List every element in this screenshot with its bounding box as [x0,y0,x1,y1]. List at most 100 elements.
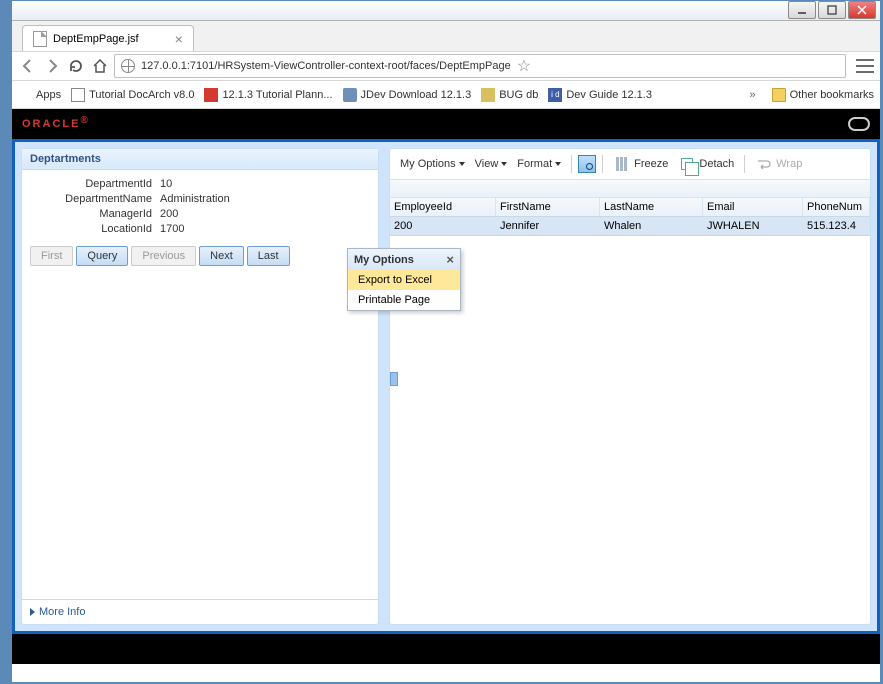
qbe-icon [578,155,596,173]
bookmarks-bar: Apps Tutorial DocArch v8.0 12.1.3 Tutori… [12,81,880,109]
popup-close-icon[interactable]: × [446,252,454,267]
button-label: Detach [699,158,734,170]
table-toolbar: My Options View Format Freeze Detach Wra… [390,149,870,180]
nav-button-row: First Query Previous Next Last [22,242,378,274]
popup-title-bar: My Options × [348,249,460,270]
export-to-excel-item[interactable]: Export to Excel [348,270,460,290]
wrap-button[interactable]: Wrap [751,153,806,175]
detach-icon [681,158,693,170]
globe-icon [121,59,135,73]
field-value: Administration [160,193,230,205]
bookmark-label: JDev Download 12.1.3 [361,89,472,101]
last-button[interactable]: Last [247,246,290,266]
query-button[interactable]: Query [76,246,128,266]
os-close-button[interactable] [848,1,876,19]
freeze-button[interactable]: Freeze [609,153,672,175]
dropdown-icon [501,162,507,166]
home-button[interactable] [90,56,110,76]
disclosure-triangle-icon [30,608,35,616]
brand-logo: ORACLE [22,118,80,130]
bookmark-label: Dev Guide 12.1.3 [566,89,652,101]
apps-shortcut[interactable]: Apps [18,88,61,102]
column-header[interactable]: LastName [600,198,703,216]
column-header[interactable]: PhoneNum [803,198,870,216]
next-button[interactable]: Next [199,246,244,266]
my-options-menu[interactable]: My Options [396,156,469,172]
field-value: 1700 [160,223,184,235]
format-menu[interactable]: Format [513,156,565,172]
bookmark-label: BUG db [499,89,538,101]
chrome-menu-button[interactable] [856,59,874,73]
maximize-button[interactable] [818,1,846,19]
cell: Whalen [600,217,703,235]
column-header[interactable]: EmployeeId [390,198,496,216]
page-footer [12,634,880,664]
dropdown-icon [459,162,465,166]
more-info-label: More Info [39,606,85,618]
column-header[interactable]: FirstName [496,198,600,216]
oracle-brand-bar: ORACLE® [12,109,880,139]
reload-button[interactable] [66,56,86,76]
menu-label: My Options [400,158,456,170]
first-button[interactable]: First [30,246,73,266]
employees-table-panel: My Options View Format Freeze Detach Wra… [389,148,871,625]
table-header-row: EmployeeId FirstName LastName Email Phon… [390,198,870,217]
splitter-handle[interactable] [390,372,398,386]
column-header[interactable]: Email [703,198,803,216]
nav-toolbar: 127.0.0.1:7101/HRSystem-ViewController-c… [12,51,880,81]
cell: 200 [390,217,496,235]
bookmark-item[interactable]: Tutorial DocArch v8.0 [71,88,194,102]
more-info-disclosure[interactable]: More Info [22,599,378,624]
menu-label: View [475,158,499,170]
view-menu[interactable]: View [471,156,512,172]
status-indicator-icon [848,117,870,131]
back-button[interactable] [18,56,38,76]
bookmark-star-icon[interactable]: ☆ [517,56,531,76]
minimize-button[interactable] [788,1,816,19]
field-value: 10 [160,178,172,190]
query-by-example-button[interactable] [578,155,596,173]
field-value: 200 [160,208,178,220]
popup-title: My Options [354,254,414,266]
tab-close-icon[interactable]: × [175,31,183,47]
file-icon [33,31,47,47]
button-label: Wrap [776,158,802,170]
employees-table: EmployeeId FirstName LastName Email Phon… [390,180,870,624]
url-text: 127.0.0.1:7101/HRSystem-ViewController-c… [141,60,511,72]
forward-button[interactable] [42,56,62,76]
address-bar[interactable]: 127.0.0.1:7101/HRSystem-ViewController-c… [114,54,846,78]
freeze-icon [616,157,628,171]
bookmark-label: Other bookmarks [790,89,874,101]
cell: Jennifer [496,217,600,235]
field-label: LocationId [34,223,152,235]
previous-button[interactable]: Previous [131,246,196,266]
bookmark-label: Tutorial DocArch v8.0 [89,89,194,101]
table-row[interactable]: 200 Jennifer Whalen JWHALEN 515.123.4 [390,217,870,236]
panel-header: Deptartments [22,149,378,170]
bookmark-label: 12.1.3 Tutorial Plann... [222,89,332,101]
browser-window: DeptEmpPage.jsf × 127.0.0.1:7101/HRSyste… [11,0,881,683]
bookmark-item[interactable]: JDev Download 12.1.3 [343,88,472,102]
cell: 515.123.4 [803,217,870,235]
bookmark-item[interactable]: i dDev Guide 12.1.3 [548,88,652,102]
department-form: DepartmentId 10 DepartmentName Administrat… [22,170,378,242]
bookmark-item[interactable]: 12.1.3 Tutorial Plann... [204,88,332,102]
printable-page-item[interactable]: Printable Page [348,290,460,310]
bookmark-overflow-icon[interactable]: » [750,89,756,101]
os-titlebar [12,1,880,21]
page-body: Deptartments DepartmentId 10 DepartmentNa… [12,139,880,634]
menu-label: Format [517,158,552,170]
field-label: DepartmentId [34,178,152,190]
browser-tab[interactable]: DeptEmpPage.jsf × [22,25,194,51]
field-label: DepartmentName [34,193,152,205]
tabstrip: DeptEmpPage.jsf × [12,21,880,51]
departments-panel: Deptartments DepartmentId 10 DepartmentNa… [21,148,379,625]
button-label: Freeze [634,158,668,170]
dropdown-icon [555,162,561,166]
detach-button[interactable]: Detach [674,153,738,175]
wrap-icon [755,155,773,173]
my-options-popup: My Options × Export to Excel Printable P… [347,248,461,311]
bookmark-item[interactable]: BUG db [481,88,538,102]
other-bookmarks[interactable]: Other bookmarks [772,88,874,102]
cell: JWHALEN [703,217,803,235]
